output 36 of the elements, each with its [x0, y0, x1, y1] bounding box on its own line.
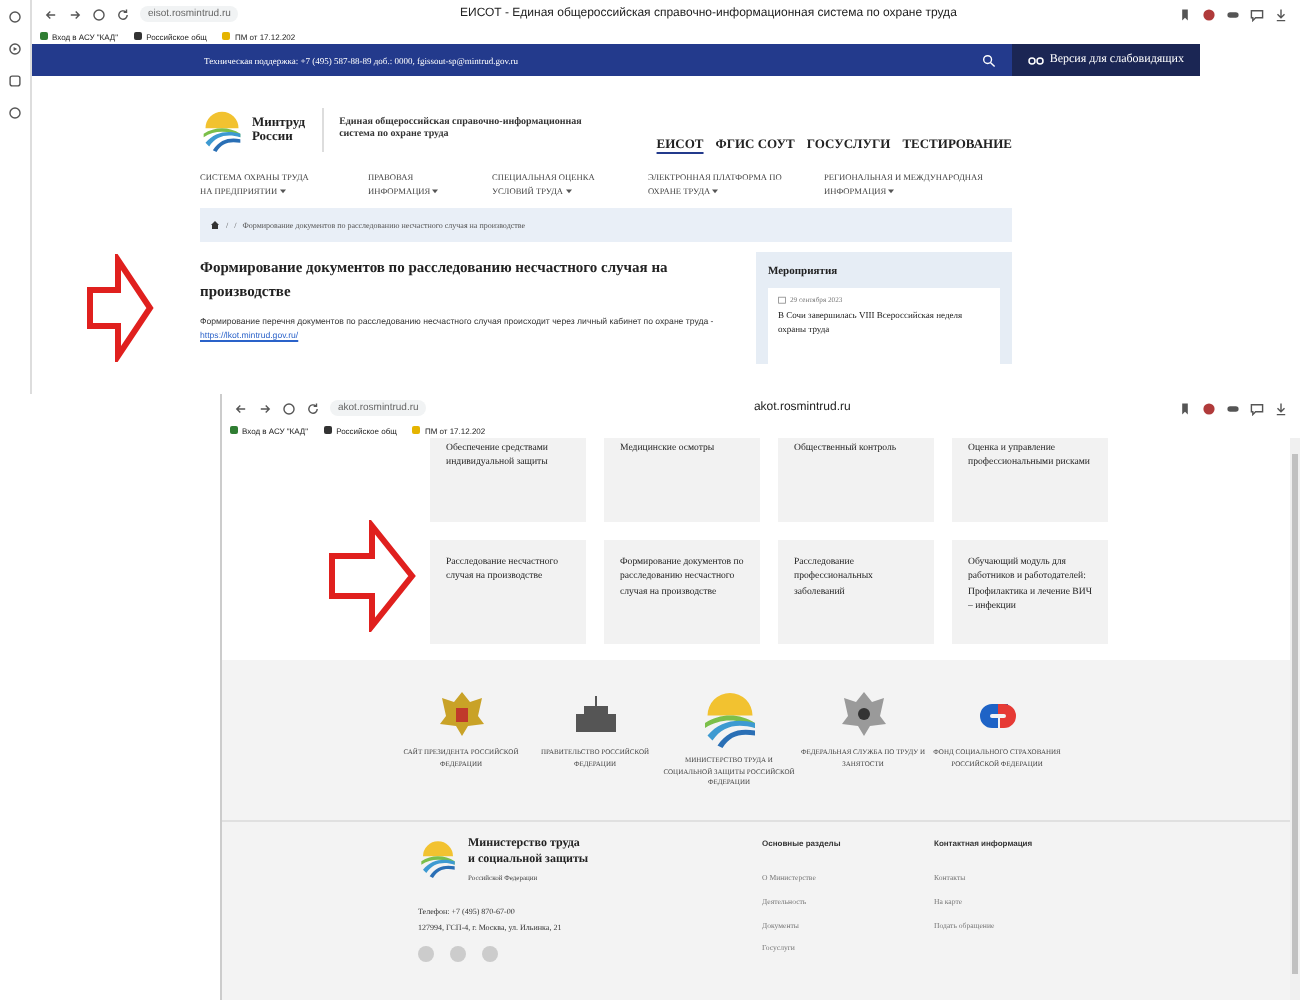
caret-icon [565, 188, 572, 194]
bookmark-icon[interactable] [1178, 7, 1192, 21]
favicon-icon [134, 32, 143, 40]
ministry-logo-icon [418, 838, 458, 878]
calendar-icon [778, 296, 786, 304]
chat-icon[interactable] [1250, 401, 1264, 415]
play-icon[interactable] [8, 42, 22, 56]
logo-icon [200, 108, 244, 152]
favicon-icon [230, 426, 238, 434]
ministry-logo-icon [699, 688, 759, 748]
search-icon[interactable] [981, 53, 996, 67]
reload-icon[interactable] [306, 401, 320, 415]
forward-icon[interactable] [68, 7, 82, 21]
avatar-icon[interactable] [1202, 401, 1216, 415]
favicon-icon [222, 32, 231, 40]
avatar-icon[interactable] [1202, 7, 1216, 21]
caret-icon [279, 188, 286, 194]
glasses-icon [1027, 55, 1044, 65]
caret-icon [712, 188, 719, 194]
arrow-drawing [86, 254, 154, 362]
home-icon[interactable] [210, 220, 220, 230]
forward-icon[interactable] [258, 401, 272, 415]
arrow-drawing [328, 520, 416, 632]
caret-icon [888, 188, 895, 194]
caret-icon [432, 188, 439, 194]
download-icon[interactable] [1274, 401, 1288, 415]
favicon-icon [412, 426, 421, 434]
favicon-icon [324, 426, 333, 434]
reload-icon[interactable] [116, 7, 130, 21]
chat-icon[interactable] [1250, 7, 1264, 21]
bookmark-icon[interactable] [1178, 401, 1192, 415]
favicon-icon [40, 32, 48, 40]
back-icon[interactable] [44, 7, 58, 21]
back-icon[interactable] [234, 401, 248, 415]
download-icon[interactable] [1274, 7, 1288, 21]
scrollbar[interactable] [1290, 438, 1300, 1000]
